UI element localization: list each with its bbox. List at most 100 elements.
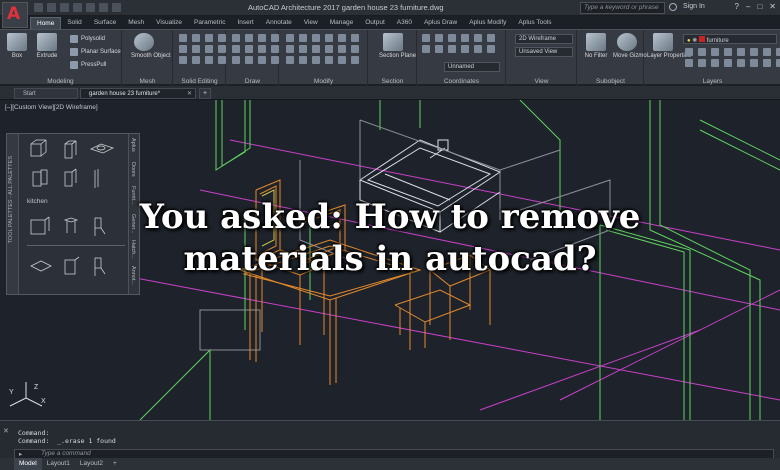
- current-layer-dropdown[interactable]: ● ✺ furniture: [683, 34, 777, 44]
- scale-icon[interactable]: [351, 34, 359, 42]
- search-icon[interactable]: [669, 3, 677, 11]
- saved-view-dropdown[interactable]: Unsaved View: [515, 47, 573, 57]
- presspull-button[interactable]: PressPull: [70, 61, 106, 69]
- help-icon[interactable]: ?: [735, 2, 739, 11]
- join-icon[interactable]: [299, 56, 307, 64]
- layer-walk-icon[interactable]: [776, 48, 780, 56]
- tab-view[interactable]: View: [298, 17, 324, 29]
- tab-output[interactable]: Output: [359, 17, 391, 29]
- palette-tab-1[interactable]: Aplus: [130, 138, 136, 152]
- add-layout-button[interactable]: +: [108, 458, 122, 470]
- tab-visualize[interactable]: Visualize: [150, 17, 188, 29]
- box-button[interactable]: Box: [4, 33, 30, 60]
- layer-state-icon[interactable]: [763, 59, 771, 67]
- panel-label-draw[interactable]: Draw: [227, 78, 278, 85]
- new-icon[interactable]: [34, 3, 43, 12]
- application-menu-button[interactable]: A: [2, 2, 28, 28]
- rotate-icon[interactable]: [299, 34, 307, 42]
- layer-off-icon[interactable]: [724, 48, 732, 56]
- section-plane-button[interactable]: Section Plane: [379, 33, 416, 60]
- chamfer-edge-icon[interactable]: [192, 56, 200, 64]
- extend-icon[interactable]: [299, 45, 307, 53]
- no-filter-button[interactable]: No Filter: [582, 33, 610, 60]
- slice-icon[interactable]: [179, 45, 187, 53]
- viewport-controls[interactable]: [–][Custom View][2D Wireframe]: [5, 104, 98, 111]
- tab-aplus-tools[interactable]: Aplus Tools: [512, 17, 557, 29]
- tab-aplus-modify[interactable]: Aplus Modify: [463, 17, 512, 29]
- point-icon[interactable]: [245, 56, 253, 64]
- subtract-icon[interactable]: [192, 34, 200, 42]
- ucs-3point-icon[interactable]: [474, 45, 482, 53]
- save-as-icon[interactable]: [73, 3, 82, 12]
- fillet-edge-icon[interactable]: [179, 56, 187, 64]
- layer-isolate-icon[interactable]: [685, 48, 693, 56]
- make-current-icon[interactable]: [685, 59, 693, 67]
- save-icon[interactable]: [60, 3, 69, 12]
- panel-label-modeling[interactable]: Modeling: [0, 78, 121, 85]
- search-input[interactable]: Type a keyword or phrase: [580, 2, 665, 14]
- panel-label-view[interactable]: View: [507, 78, 576, 85]
- imprint-icon[interactable]: [218, 45, 226, 53]
- layer-lock-icon[interactable]: [737, 48, 745, 56]
- fillet-icon[interactable]: [312, 45, 320, 53]
- intersect-icon[interactable]: [205, 34, 213, 42]
- command-line-grip[interactable]: ✕: [3, 427, 9, 435]
- palette-item-cabinet-3[interactable]: [32, 169, 48, 187]
- ucs-previous-icon[interactable]: [487, 45, 495, 53]
- palette-item-tall-unit[interactable]: [94, 169, 99, 188]
- copy-icon[interactable]: [312, 34, 320, 42]
- planar-surface-button[interactable]: Planar Surface: [70, 48, 121, 56]
- tab-parametric[interactable]: Parametric: [188, 17, 231, 29]
- shell-icon[interactable]: [205, 56, 213, 64]
- rectangle-icon[interactable]: [232, 45, 240, 53]
- extrude-button[interactable]: Extrude: [34, 33, 60, 60]
- chamfer-icon[interactable]: [325, 45, 333, 53]
- separate-icon[interactable]: [218, 56, 226, 64]
- ucs-world-icon[interactable]: [435, 34, 443, 42]
- ucs-view-icon[interactable]: [474, 34, 482, 42]
- trim-icon[interactable]: [286, 45, 294, 53]
- spline-icon[interactable]: [232, 56, 240, 64]
- ucs-object-icon[interactable]: [448, 34, 456, 42]
- tab-model[interactable]: Model: [14, 458, 42, 470]
- layer-thaw-icon[interactable]: [711, 59, 719, 67]
- ucs-zaxis-icon[interactable]: [461, 45, 469, 53]
- panel-label-layers[interactable]: Layers: [645, 78, 780, 85]
- sign-in-link[interactable]: Sign In: [683, 3, 705, 10]
- interfere-icon[interactable]: [218, 34, 226, 42]
- extract-edges-icon[interactable]: [205, 45, 213, 53]
- move-gizmo-button[interactable]: Move Gizmo: [613, 33, 647, 60]
- smooth-object-button[interactable]: Smooth Object: [131, 33, 171, 60]
- tab-a360[interactable]: A360: [391, 17, 418, 29]
- panel-label-section[interactable]: Section: [369, 78, 416, 85]
- layer-merge-icon[interactable]: [737, 59, 745, 67]
- stretch-icon[interactable]: [338, 34, 346, 42]
- tab-solid[interactable]: Solid: [61, 17, 87, 29]
- redo-icon[interactable]: [112, 3, 121, 12]
- ucs-icon[interactable]: [422, 34, 430, 42]
- polyline-icon[interactable]: [245, 34, 253, 42]
- tab-aplus-draw[interactable]: Aplus Draw: [418, 17, 463, 29]
- ucs-face-icon[interactable]: [461, 34, 469, 42]
- tab-mesh[interactable]: Mesh: [122, 17, 150, 29]
- circle-icon[interactable]: [258, 34, 266, 42]
- ucs-origin-icon[interactable]: [487, 34, 495, 42]
- hatch-icon[interactable]: [271, 45, 279, 53]
- minimize-button[interactable]: –: [746, 2, 750, 11]
- ellipse-icon[interactable]: [258, 45, 266, 53]
- erase-icon[interactable]: [338, 56, 346, 64]
- layer-previous-icon[interactable]: [763, 48, 771, 56]
- offset-icon[interactable]: [351, 45, 359, 53]
- open-icon[interactable]: [47, 3, 56, 12]
- plot-icon[interactable]: [86, 3, 95, 12]
- named-ucs-dropdown[interactable]: Unnamed: [444, 62, 500, 72]
- palette-item-sink[interactable]: [89, 143, 115, 154]
- panel-label-subobject[interactable]: Subobject: [578, 78, 643, 85]
- explode-icon[interactable]: [286, 56, 294, 64]
- polysolid-button[interactable]: Polysolid: [70, 35, 105, 43]
- drawing-tab[interactable]: garden house 23 furniture* ✕: [80, 88, 196, 99]
- layer-match-icon[interactable]: [750, 48, 758, 56]
- visual-style-dropdown[interactable]: 2D Wireframe: [515, 34, 573, 44]
- layer-freeze-icon[interactable]: [711, 48, 719, 56]
- array-icon[interactable]: [338, 45, 346, 53]
